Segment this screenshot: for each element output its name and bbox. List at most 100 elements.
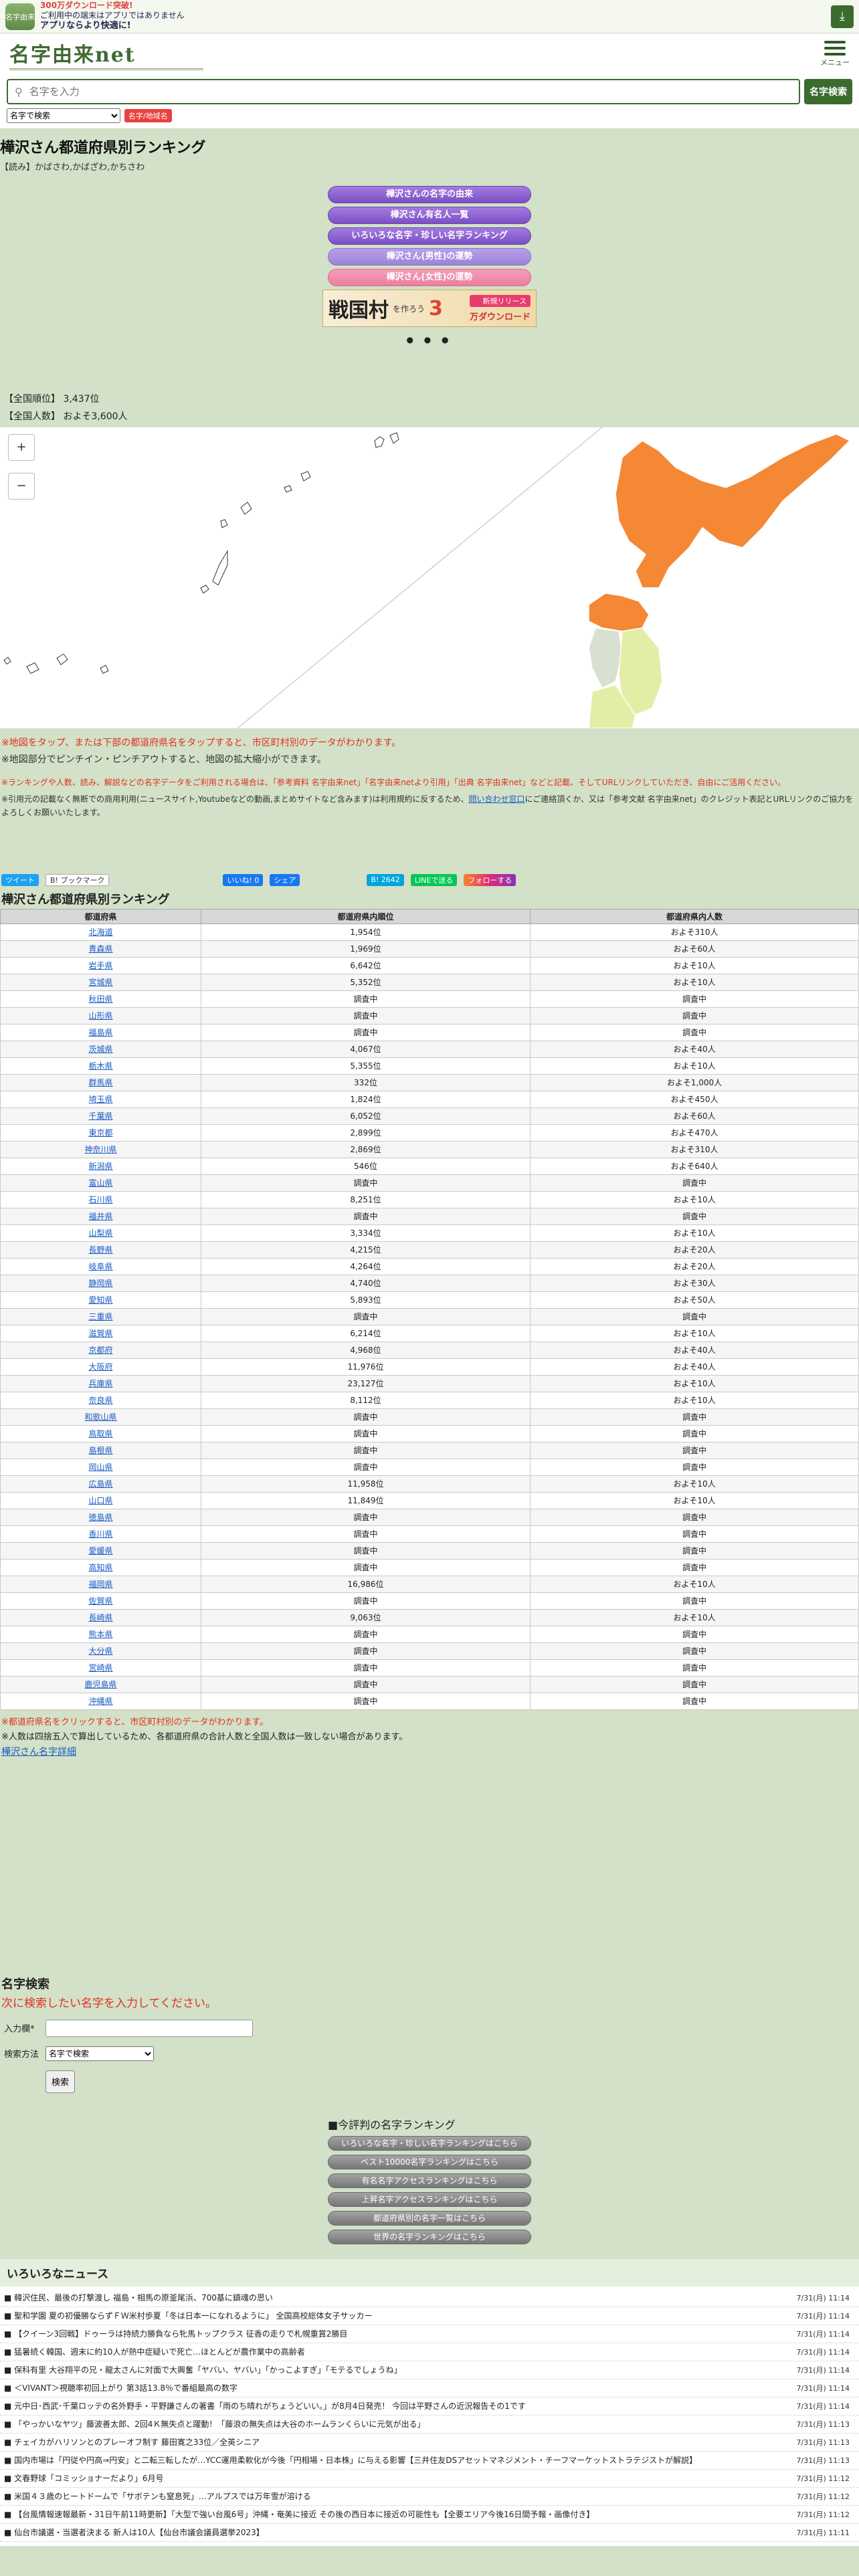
prefecture-link[interactable]: 熊本県: [88, 1630, 112, 1639]
news-headline[interactable]: ■ ＜VIVANT＞視聴率初回上がり 第3話13.8％で番組最高の数字: [4, 2382, 792, 2393]
news-headline[interactable]: ■ 文春野球「コミッショナーだより」6月号: [4, 2472, 792, 2484]
prefecture-link[interactable]: 福井県: [88, 1212, 112, 1221]
news-headline[interactable]: ■ 【台風情報速報最新・31日午前11時更新】「大型で強い台風6号」沖縄・奄美に…: [4, 2508, 792, 2520]
prefecture-link[interactable]: 鹿児島県: [84, 1680, 116, 1689]
prefecture-link[interactable]: 京都府: [88, 1346, 112, 1355]
prefecture-link[interactable]: 茨城県: [88, 1045, 112, 1054]
prefecture-link[interactable]: 岡山県: [88, 1463, 112, 1472]
ranking-link-rare[interactable]: いろいろな名字・珍しい名字ランキングはこちら: [328, 2135, 531, 2151]
prefecture-link[interactable]: 和歌山県: [84, 1412, 116, 1422]
news-headline[interactable]: ■ 元中日･西武･千葉ロッテの名外野手・平野謙さんの著書「雨のち晴れがちょうどい…: [4, 2400, 792, 2411]
prefecture-link[interactable]: 福岡県: [88, 1580, 112, 1589]
prefecture-link[interactable]: 東京都: [88, 1128, 112, 1138]
prefecture-link[interactable]: 秋田県: [88, 994, 112, 1004]
prefecture-link[interactable]: 福島県: [88, 1028, 112, 1037]
news-headline[interactable]: ■ 米国４３歳のヒートドームで「サボテンも窒息死」…アルプスでは万年雪が溶ける: [4, 2490, 792, 2502]
news-item[interactable]: ■ 「やっかいなヤツ」藤波善太郎、2回4Ｋ無失点と躍動！「藤浪の無失点は大谷のホ…: [0, 2416, 859, 2434]
prefecture-link[interactable]: 大阪府: [88, 1362, 112, 1372]
prefecture-link[interactable]: 新潟県: [88, 1162, 112, 1171]
news-item[interactable]: ■ 【クイーン3回戦】ドゥーラは持続力勝負なら牝馬トップクラス 征香の走りで札幌…: [0, 2325, 859, 2343]
news-headline[interactable]: ■ 猛暑続く韓国、週末に約10人が熱中症疑いで死亡…ほとんどが農作業中の高齢者: [4, 2346, 792, 2357]
news-item[interactable]: ■ ＜VIVANT＞視聴率初回上がり 第3話13.8％で番組最高の数字 7/31(…: [0, 2379, 859, 2397]
line-share-button[interactable]: LINEで送る: [410, 873, 458, 886]
news-headline[interactable]: ■ チェイカがハリソンとのプレーオフ制す 藤田寛之33位／全英シニア: [4, 2436, 792, 2448]
ad-banner[interactable]: 戦国村 を作ろう 3 新規リリース 万ダウンロード: [322, 290, 537, 327]
prefecture-link[interactable]: 千葉県: [88, 1111, 112, 1121]
prefecture-link[interactable]: 埼玉県: [88, 1095, 112, 1104]
rare-name-ranking-button[interactable]: いろいろな名字・珍しい名字ランキング: [328, 227, 531, 245]
news-item[interactable]: ■ 米国４３歳のヒートドームで「サボテンも窒息死」…アルプスでは万年雪が溶ける 7…: [0, 2488, 859, 2506]
prefecture-link[interactable]: 島根県: [88, 1446, 112, 1455]
ranking-link-prefecture[interactable]: 都道府県別の名字一覧はこちら: [328, 2210, 531, 2226]
prefecture-link[interactable]: 徳島県: [88, 1513, 112, 1522]
prefecture-link[interactable]: 沖縄県: [88, 1697, 112, 1706]
search-method-select[interactable]: 名字で検索: [45, 2046, 154, 2061]
download-icon[interactable]: ⤓: [831, 5, 854, 28]
news-headline[interactable]: ■ 【クイーン3回戦】ドゥーラは持続力勝負なら牝馬トップクラス 征香の走りで札幌…: [4, 2328, 792, 2339]
famous-people-button[interactable]: 樺沢さん有名人一覧: [328, 207, 531, 224]
app-download-banner[interactable]: 名字由来 300万ダウンロード突破! ご利用中の端末はアプリではありません アプ…: [0, 0, 859, 33]
prefecture-link[interactable]: 宮城県: [88, 978, 112, 987]
facebook-share-button[interactable]: シェア: [270, 873, 300, 886]
news-item[interactable]: ■ チェイカがハリソンとのプレーオフ制す 藤田寛之33位／全英シニア 7/31(月…: [0, 2434, 859, 2452]
news-headline[interactable]: ■ 韓沢住民、最後の打撃渡し 福島・相馬の原釜尾浜、700基に鎮魂の思い: [4, 2292, 792, 2303]
bookmark-count-button[interactable]: B! 2642: [367, 873, 404, 886]
prefecture-link[interactable]: 広島県: [88, 1479, 112, 1489]
news-item[interactable]: ■ 【台風情報速報最新・31日午前11時更新】「大型で強い台風6号」沖縄・奄美に…: [0, 2506, 859, 2524]
facebook-like-button[interactable]: いいね! 0: [223, 873, 264, 886]
prefecture-map[interactable]: + −: [0, 427, 859, 728]
prefecture-link[interactable]: 長野県: [88, 1245, 112, 1255]
news-headline[interactable]: ■ 聖和学園 夏の初優勝ならずＦＷ米村歩夏「冬は日本一になれるように」 全国高校…: [4, 2310, 792, 2321]
news-item[interactable]: ■ 文春野球「コミッショナーだより」6月号 7/31(月) 11:12: [0, 2470, 859, 2488]
search-mode-select[interactable]: 名字で検索: [7, 108, 120, 123]
name-input-field[interactable]: [45, 2019, 253, 2037]
prefecture-link[interactable]: 北海道: [88, 928, 112, 937]
prefecture-link[interactable]: 石川県: [88, 1195, 112, 1204]
prefecture-link[interactable]: 愛知県: [88, 1295, 112, 1305]
name-search-submit-button[interactable]: 検索: [45, 2070, 75, 2093]
prefecture-link[interactable]: 佐賀県: [88, 1596, 112, 1606]
prefecture-link[interactable]: 三重県: [88, 1312, 112, 1321]
carousel-dots[interactable]: ● ● ●: [0, 335, 859, 344]
news-item[interactable]: ■ 聖和学園 夏の初優勝ならずＦＷ米村歩夏「冬は日本一になれるように」 全国高校…: [0, 2307, 859, 2325]
map-zoom-out-button[interactable]: −: [8, 472, 35, 500]
prefecture-link[interactable]: 山梨県: [88, 1228, 112, 1238]
news-item[interactable]: ■ 韓沢住民、最後の打撃渡し 福島・相馬の原釜尾浜、700基に鎮魂の思い 7/31…: [0, 2289, 859, 2307]
contact-link[interactable]: 問い合わせ窓口: [468, 794, 524, 804]
hatena-bookmark-button[interactable]: B! ブックマーク: [45, 873, 110, 886]
female-fortune-button[interactable]: 樺沢さん(女性)の運勢: [328, 269, 531, 286]
twitter-share-button[interactable]: ツイート: [1, 873, 39, 886]
prefecture-link[interactable]: 神奈川県: [84, 1145, 116, 1154]
search-input[interactable]: [29, 86, 792, 98]
news-item[interactable]: ■ 国内市場は「円従や円高⇒円安」と二転三転したが…YCC運用柔軟化が今後「円相…: [0, 2452, 859, 2470]
ranking-link-rising[interactable]: 上昇名字アクセスランキングはこちら: [328, 2191, 531, 2207]
ranking-link-famous[interactable]: 有名名字アクセスランキングはこちら: [328, 2173, 531, 2188]
prefecture-link[interactable]: 大分県: [88, 1646, 112, 1656]
prefecture-link[interactable]: 香川県: [88, 1529, 112, 1539]
news-item[interactable]: ■ 猛暑続く韓国、週末に約10人が熱中症疑いで死亡…ほとんどが農作業中の高齢者 7…: [0, 2343, 859, 2361]
prefecture-link[interactable]: 静岡県: [88, 1279, 112, 1288]
map-zoom-in-button[interactable]: +: [8, 433, 35, 461]
origin-button[interactable]: 樺沢さんの名字の由来: [328, 186, 531, 203]
site-logo[interactable]: 名字由来net: [9, 38, 203, 70]
news-headline[interactable]: ■ 保科有里 大谷翔平の兄・龍太さんに対面で大興奮「ヤバい、ヤバい」「かっこよす…: [4, 2364, 792, 2375]
news-headline[interactable]: ■ 仙台市議選・当選者決まる 新人は10人【仙台市議会議員選挙2023】: [4, 2527, 792, 2538]
news-item[interactable]: ■ 元中日･西武･千葉ロッテの名外野手・平野謙さんの著書「雨のち晴れがちょうどい…: [0, 2397, 859, 2416]
male-fortune-button[interactable]: 樺沢さん(男性)の運勢: [328, 248, 531, 265]
prefecture-link[interactable]: 宮崎県: [88, 1663, 112, 1673]
prefecture-link[interactable]: 愛媛県: [88, 1546, 112, 1555]
prefecture-link[interactable]: 山口県: [88, 1496, 112, 1505]
prefecture-link[interactable]: 青森県: [88, 944, 112, 954]
prefecture-link[interactable]: 鳥取県: [88, 1429, 112, 1438]
prefecture-link[interactable]: 岐阜県: [88, 1262, 112, 1271]
ranking-link-world[interactable]: 世界の名字ランキングはこちら: [328, 2229, 531, 2244]
news-item[interactable]: ■ 仙台市議選・当選者決まる 新人は10人【仙台市議会議員選挙2023】 7/31…: [0, 2524, 859, 2542]
name-detail-link[interactable]: 樺沢さん名字詳細: [1, 1747, 76, 1757]
prefecture-link[interactable]: 高知県: [88, 1563, 112, 1572]
search-button[interactable]: 名字検索: [804, 79, 852, 104]
prefecture-link[interactable]: 栃木県: [88, 1061, 112, 1071]
prefecture-link[interactable]: 兵庫県: [88, 1379, 112, 1388]
prefecture-link[interactable]: 奈良県: [88, 1396, 112, 1405]
ranking-link-best10000[interactable]: ベスト10000名字ランキングはこちら: [328, 2154, 531, 2169]
news-item[interactable]: ■ 保科有里 大谷翔平の兄・龍太さんに対面で大興奮「ヤバい、ヤバい」「かっこよす…: [0, 2361, 859, 2379]
